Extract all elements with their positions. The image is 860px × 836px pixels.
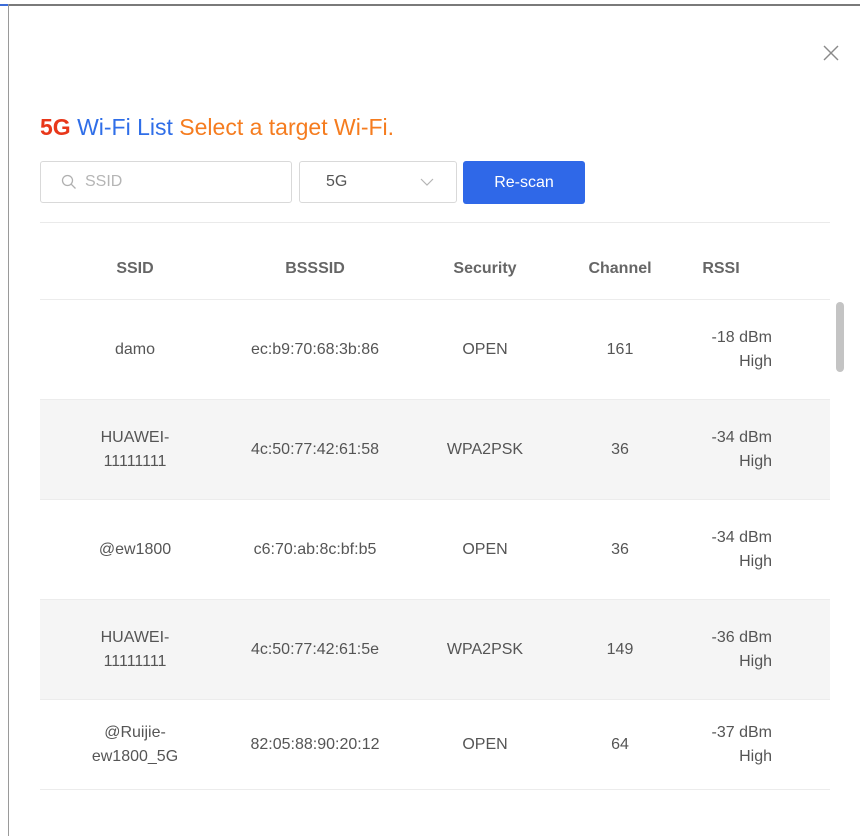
ssid-cell: damo xyxy=(40,300,230,399)
ssid-cell: @Ruijie- ew1800_5G xyxy=(40,700,230,789)
channel-cell: 36 xyxy=(611,440,629,458)
rssi-level: High xyxy=(739,652,772,670)
security-cell: WPA2PSK xyxy=(446,640,524,658)
page-title: 5G Wi-Fi List Select a target Wi-Fi. xyxy=(40,112,394,142)
rssi-cell: -18 dBm High xyxy=(670,300,772,399)
bssid-cell: 4c:50:77:42:61:58 xyxy=(250,440,380,458)
channel-cell: 149 xyxy=(606,640,634,658)
chevron-down-icon xyxy=(420,178,434,186)
ssid-text: damo xyxy=(114,340,156,358)
title-hint: Select a target Wi-Fi. xyxy=(179,114,395,140)
column-header-rssi: RSSI xyxy=(702,260,740,277)
search-box[interactable] xyxy=(40,161,292,203)
security-cell: OPEN xyxy=(462,340,508,358)
band-select[interactable]: 5G xyxy=(299,161,457,203)
rssi-cell: -37 dBm High xyxy=(670,700,772,789)
close-icon xyxy=(823,45,839,61)
rssi-level: High xyxy=(739,747,772,765)
search-input[interactable] xyxy=(85,173,275,191)
ssid-cell: HUAWEI- 11111111 xyxy=(40,400,230,499)
rssi-value: -36 dBm xyxy=(711,628,772,646)
title-band: 5G xyxy=(40,114,71,140)
channel-cell: 161 xyxy=(606,340,634,358)
ssid-text-cont: 11111111 xyxy=(103,452,167,470)
table-row[interactable]: damo ec:b9:70:68:3b:86 OPEN 161 -18 dBm … xyxy=(40,300,830,400)
bssid-cell: c6:70:ab:8c:bf:b5 xyxy=(253,540,377,558)
column-header-bssid: BSSSID xyxy=(285,260,345,277)
bssid-cell: ec:b9:70:68:3b:86 xyxy=(250,340,380,358)
security-cell: OPEN xyxy=(462,540,508,558)
window-top-border xyxy=(8,4,860,6)
table-header: SSID BSSSID Security Channel RSSI xyxy=(40,246,830,292)
table-scrollbar[interactable] xyxy=(834,300,846,780)
column-header-security: Security xyxy=(453,260,517,277)
search-icon xyxy=(61,174,76,189)
rssi-cell: -36 dBm High xyxy=(670,600,772,699)
rssi-cell: -34 dBm High xyxy=(670,500,772,599)
table-row[interactable]: @ew1800 c6:70:ab:8c:bf:b5 OPEN 36 -34 dB… xyxy=(40,500,830,600)
column-header-ssid: SSID xyxy=(116,260,154,277)
ssid-cell: @ew1800 xyxy=(40,500,230,599)
ssid-text: @Ruijie- xyxy=(104,723,166,741)
security-cell: OPEN xyxy=(462,735,508,753)
ssid-text: @ew1800 xyxy=(98,540,172,558)
toolbar-divider xyxy=(40,222,830,223)
rssi-value: -34 dBm xyxy=(711,428,772,446)
ssid-text: HUAWEI- xyxy=(100,628,170,646)
rssi-value: -34 dBm xyxy=(711,528,772,546)
rssi-level: High xyxy=(739,452,772,470)
table-row[interactable]: @Ruijie- ew1800_5G 82:05:88:90:20:12 OPE… xyxy=(40,700,830,790)
column-header-channel: Channel xyxy=(588,260,652,277)
bssid-cell: 82:05:88:90:20:12 xyxy=(250,735,380,753)
band-select-value: 5G xyxy=(326,173,348,190)
security-cell: WPA2PSK xyxy=(446,440,524,458)
ssid-text-cont: ew1800_5G xyxy=(91,747,179,765)
rssi-value: -18 dBm xyxy=(711,328,772,346)
scrollbar-thumb[interactable] xyxy=(836,302,844,372)
bssid-cell: 4c:50:77:42:61:5e xyxy=(250,640,380,658)
ssid-text: HUAWEI- xyxy=(100,428,170,446)
table-row[interactable]: HUAWEI- 11111111 4c:50:77:42:61:5e WPA2P… xyxy=(40,600,830,700)
rssi-level: High xyxy=(739,352,772,370)
wifi-table-body: damo ec:b9:70:68:3b:86 OPEN 161 -18 dBm … xyxy=(40,300,830,790)
rescan-button[interactable]: Re-scan xyxy=(463,161,585,204)
rssi-value: -37 dBm xyxy=(711,723,772,741)
close-button[interactable] xyxy=(820,42,842,64)
table-row[interactable]: HUAWEI- 11111111 4c:50:77:42:61:58 WPA2P… xyxy=(40,400,830,500)
ssid-cell: HUAWEI- 11111111 xyxy=(40,600,230,699)
title-list: Wi-Fi List xyxy=(77,114,173,140)
rssi-cell: -34 dBm High xyxy=(670,400,772,499)
channel-cell: 64 xyxy=(611,735,629,753)
window-left-border xyxy=(8,4,9,836)
channel-cell: 36 xyxy=(611,540,629,558)
ssid-text-cont: 11111111 xyxy=(103,652,167,670)
rssi-level: High xyxy=(739,552,772,570)
